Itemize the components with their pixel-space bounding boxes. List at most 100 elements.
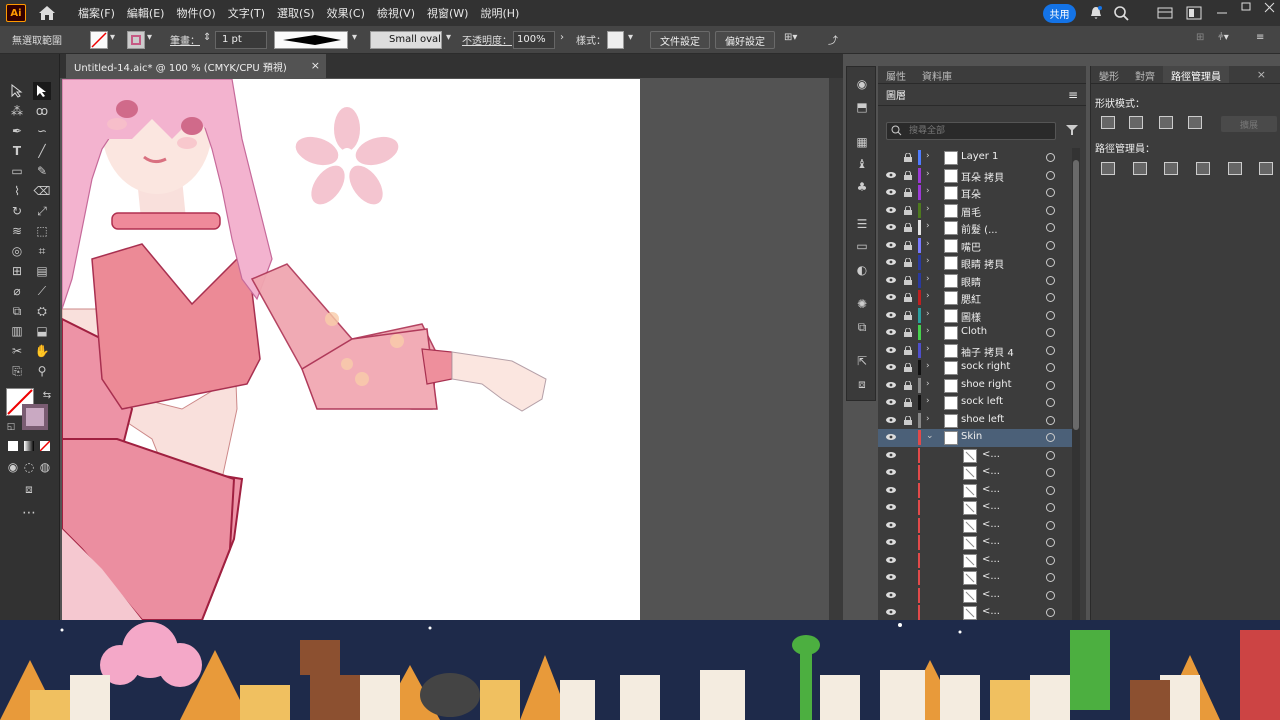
target-icon[interactable] <box>1046 573 1055 582</box>
tab-align[interactable]: 對齊 <box>1127 66 1163 83</box>
blob-brush-icon[interactable]: ⌇ <box>8 182 26 200</box>
target-icon[interactable] <box>1046 468 1055 477</box>
menu-help[interactable]: 說明(H) <box>474 5 525 21</box>
opacity-field[interactable]: 100% <box>513 31 555 49</box>
lock-icon[interactable] <box>904 275 912 285</box>
layer-name[interactable]: 耳朵 <box>961 186 981 201</box>
chevron-down-icon[interactable]: ▾ <box>352 32 357 43</box>
tab-properties[interactable]: 屬性 <box>878 66 914 83</box>
lock-icon[interactable] <box>904 222 912 232</box>
visibility-eye-icon[interactable] <box>886 521 896 529</box>
preferences-button[interactable]: 偏好設定 <box>715 31 775 49</box>
lock-icon[interactable] <box>904 415 912 425</box>
style-swatch[interactable] <box>607 31 624 49</box>
lock-icon[interactable] <box>904 362 912 372</box>
sublayer-name[interactable]: <... <box>982 536 1000 547</box>
print-tiling-icon[interactable]: ⎘ <box>8 362 26 380</box>
target-icon[interactable] <box>1046 275 1055 285</box>
chevron-right-icon[interactable]: › <box>926 204 930 214</box>
pen-tool-icon[interactable]: ✒ <box>8 122 26 140</box>
visibility-eye-icon[interactable] <box>886 573 896 581</box>
sublayer-name[interactable]: <... <box>982 519 1000 530</box>
chevron-down-icon[interactable]: ▾ <box>147 32 152 43</box>
layer-name[interactable]: 眼睛 <box>961 274 981 289</box>
visibility-eye-icon[interactable] <box>886 486 896 494</box>
minimize-icon[interactable] <box>1214 5 1230 21</box>
home-icon[interactable] <box>36 2 58 24</box>
target-icon[interactable] <box>1046 590 1055 600</box>
visibility-eye-icon[interactable] <box>886 608 896 616</box>
menu-type[interactable]: 文字(T) <box>222 5 271 21</box>
sublayer-name[interactable]: <... <box>982 501 1000 512</box>
lock-icon[interactable] <box>904 345 912 355</box>
layer-row[interactable]: › Cloth <box>878 324 1074 342</box>
menu-select[interactable]: 選取(S) <box>271 5 321 21</box>
layer-row[interactable]: › sock right <box>878 359 1074 377</box>
layer-name[interactable]: sock left <box>961 396 1003 407</box>
layer-name[interactable]: 耳朵 拷貝 <box>961 169 1004 184</box>
chevron-right-icon[interactable]: › <box>926 344 930 354</box>
lock-icon[interactable] <box>904 152 912 162</box>
close-panel-icon[interactable]: × <box>1249 66 1274 83</box>
gradient-tool-icon[interactable]: ▤ <box>33 262 51 280</box>
expand-button[interactable]: 擴展 <box>1221 116 1277 132</box>
sublayer-row[interactable]: <... <box>878 482 1074 500</box>
layer-name[interactable]: 前髮 (... <box>961 221 998 236</box>
search-icon[interactable] <box>1113 5 1129 21</box>
visibility-eye-icon[interactable] <box>886 188 896 196</box>
layer-row[interactable]: › 耳朵 拷貝 <box>878 167 1074 185</box>
target-icon[interactable] <box>1046 503 1055 512</box>
target-icon[interactable] <box>1046 363 1055 372</box>
layer-row[interactable]: › shoe left <box>878 412 1074 430</box>
fill-swatch[interactable] <box>90 31 108 49</box>
sublayer-row[interactable]: <... <box>878 604 1074 620</box>
visibility-eye-icon[interactable] <box>886 171 896 179</box>
visibility-eye-icon[interactable] <box>886 328 896 336</box>
lock-icon[interactable] <box>904 187 912 197</box>
exclude-icon[interactable] <box>1188 116 1202 129</box>
chevron-right-icon[interactable]: › <box>926 239 930 249</box>
free-transform-icon[interactable]: ⬚ <box>33 222 51 240</box>
panel-menu-icon[interactable]: ≡ <box>1256 32 1264 43</box>
sublayer-name[interactable]: <... <box>982 554 1000 565</box>
stroke-color-swatch[interactable] <box>22 404 48 430</box>
artboard-tool-icon[interactable]: ⬓ <box>33 322 51 340</box>
target-icon[interactable] <box>1046 520 1055 530</box>
target-icon[interactable] <box>1046 398 1055 407</box>
layer-row[interactable]: › sock left <box>878 394 1074 412</box>
restore-icon[interactable] <box>1238 0 1254 16</box>
chevron-right-icon[interactable]: › <box>926 291 930 301</box>
menu-effect[interactable]: 效果(C) <box>321 5 371 21</box>
hand-tool-icon[interactable]: ✋ <box>33 342 51 360</box>
width-tool-icon[interactable]: ≋ <box>8 222 26 240</box>
minus-back-icon[interactable] <box>1259 162 1273 175</box>
layer-name[interactable]: Skin <box>961 431 982 442</box>
rectangle-tool-icon[interactable]: ▭ <box>8 162 26 180</box>
target-icon[interactable] <box>1046 450 1055 460</box>
crop-icon[interactable] <box>1196 162 1210 175</box>
tab-libraries[interactable]: 資料庫 <box>914 66 960 83</box>
panel-menu-icon[interactable]: ≡ <box>1068 88 1078 102</box>
share-button[interactable]: 共用 <box>1043 4 1076 23</box>
lock-icon[interactable] <box>904 310 912 320</box>
chevron-down-icon[interactable]: ⌄ <box>926 431 934 441</box>
stepper-icon[interactable]: ⇕ <box>203 32 211 43</box>
target-icon[interactable] <box>1046 380 1055 390</box>
stroke-icon[interactable]: ☰ <box>854 217 870 231</box>
target-icon[interactable] <box>1046 188 1055 197</box>
visibility-eye-icon[interactable] <box>886 556 896 564</box>
image-trace-icon[interactable]: ⬒ <box>854 100 870 114</box>
minus-front-icon[interactable] <box>1129 116 1143 129</box>
appearance-icon[interactable]: ◉ <box>854 77 870 91</box>
symbols-icon[interactable]: ♣ <box>854 180 870 194</box>
layer-name[interactable]: 袖子 拷貝 4 <box>961 344 1014 359</box>
chevron-down-icon[interactable]: ▾ <box>110 32 115 43</box>
sublayer-row[interactable]: <... <box>878 552 1074 570</box>
chevron-right-icon[interactable]: › <box>926 309 930 319</box>
divide-icon[interactable] <box>1101 162 1115 175</box>
visibility-eye-icon[interactable] <box>886 276 896 284</box>
none-mode-icon[interactable] <box>39 440 51 452</box>
layers-scrollbar-thumb[interactable] <box>1073 160 1079 430</box>
target-icon[interactable] <box>1046 485 1055 495</box>
pencil-tool-icon[interactable]: ✎ <box>33 162 51 180</box>
